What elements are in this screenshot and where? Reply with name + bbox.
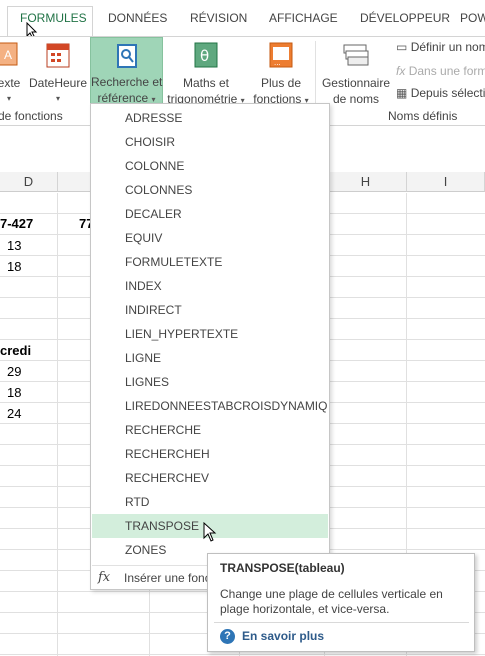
function-library-group-label: de fonctions xyxy=(0,109,63,123)
cell-d8[interactable]: 24 xyxy=(7,406,21,421)
menu-item-liredonneestabcroisdynamique[interactable]: LIREDONNEESTABCROISDYNAMIQUE xyxy=(92,394,328,418)
menu-item-colonne[interactable]: COLONNE xyxy=(92,154,328,178)
menu-item-recherche[interactable]: RECHERCHE xyxy=(92,418,328,442)
column-header-h[interactable]: H xyxy=(325,172,407,192)
menu-item-ligne[interactable]: LIGNE xyxy=(92,346,328,370)
menu-item-indirect[interactable]: INDIRECT xyxy=(92,298,328,322)
define-name-button[interactable]: ▭ Définir un nom xyxy=(396,40,485,54)
function-tooltip: TRANSPOSE(tableau) Change une plage de c… xyxy=(207,553,475,652)
lookup-functions-menu: ADRESSE CHOISIR COLONNE COLONNES DECALER… xyxy=(90,103,330,590)
column-header-i[interactable]: I xyxy=(407,172,485,192)
cell-d7[interactable]: 18 xyxy=(7,385,21,400)
tab-power[interactable]: POW xyxy=(460,11,485,25)
tab-donnees[interactable]: DONNÉES xyxy=(108,11,167,25)
svg-text:θ: θ xyxy=(200,47,209,65)
tab-revision[interactable]: RÉVISION xyxy=(190,11,247,25)
cell-d6[interactable]: 29 xyxy=(7,364,21,379)
cell-d3[interactable]: 18 xyxy=(7,259,21,274)
name-manager-button[interactable]: Gestionnaire de noms xyxy=(318,41,394,107)
svg-text:...: ... xyxy=(274,58,281,67)
svg-text:A: A xyxy=(4,48,12,62)
tab-affichage[interactable]: AFFICHAGE xyxy=(269,11,338,25)
calendar-icon xyxy=(46,43,70,68)
math-trig-button[interactable]: θ Maths et trigonométrie ▾ xyxy=(162,41,250,109)
grid-icon: ▦ xyxy=(396,86,408,100)
menu-item-decaler[interactable]: DECALER xyxy=(92,202,328,226)
tooltip-title: TRANSPOSE(tableau) xyxy=(220,561,345,575)
menu-item-adresse[interactable]: ADRESSE xyxy=(92,106,328,130)
text-function-icon: A xyxy=(0,42,18,66)
defined-names-group-label: Noms définis xyxy=(388,109,458,123)
menu-item-rtd[interactable]: RTD xyxy=(92,490,328,514)
menu-item-equiv[interactable]: EQUIV xyxy=(92,226,328,250)
menu-item-colonnes[interactable]: COLONNES xyxy=(92,178,328,202)
datetime-functions-button[interactable]: DateHeure ▾ xyxy=(28,41,88,107)
ribbon-tabs: FORMULES DONNÉES RÉVISION AFFICHAGE DÉVE… xyxy=(0,0,485,40)
cell-d5[interactable]: credi xyxy=(0,343,31,358)
help-icon: ? xyxy=(220,629,235,644)
menu-item-recherchev[interactable]: RECHERCHEV xyxy=(92,466,328,490)
column-header-d[interactable]: D xyxy=(0,172,58,192)
function-icon: fx xyxy=(396,64,406,78)
tab-developpeur[interactable]: DÉVELOPPEUR xyxy=(360,11,450,25)
tooltip-description: Change une plage de cellules verticale e… xyxy=(220,587,443,616)
lookup-book-icon xyxy=(116,44,137,68)
menu-item-formuletexte[interactable]: FORMULETEXTE xyxy=(92,250,328,274)
menu-item-rechercheh[interactable]: RECHERCHEH xyxy=(92,442,328,466)
function-fx-icon: fx xyxy=(98,570,111,585)
mouse-cursor-icon xyxy=(203,522,217,542)
chevron-down-icon: ▾ xyxy=(55,94,60,103)
lookup-reference-button[interactable]: Recherche et référence ▾ xyxy=(90,37,163,107)
menu-item-choisir[interactable]: CHOISIR xyxy=(92,130,328,154)
tooltip-divider xyxy=(214,622,469,623)
create-from-selection-button[interactable]: ▦ Depuis sélecti xyxy=(396,86,485,100)
use-in-formula-button[interactable]: fx Dans une form xyxy=(396,64,485,78)
menu-item-lien-hypertexte[interactable]: LIEN_HYPERTEXTE xyxy=(92,322,328,346)
more-functions-icon: ... xyxy=(269,42,293,68)
more-functions-button[interactable]: ... Plus de fonctions ▾ xyxy=(250,41,312,109)
learn-more-link[interactable]: En savoir plus xyxy=(242,629,324,643)
cell-d1[interactable]: 7-427 xyxy=(0,216,33,231)
cell-d2[interactable]: 13 xyxy=(7,238,21,253)
theta-icon: θ xyxy=(194,42,218,68)
tag-icon: ▭ xyxy=(396,40,408,54)
chevron-down-icon: ▾ xyxy=(6,94,11,103)
text-functions-button[interactable]: A exte ▾ xyxy=(0,41,22,107)
menu-item-lignes[interactable]: LIGNES xyxy=(92,370,328,394)
name-manager-icon xyxy=(343,44,369,66)
menu-item-index[interactable]: INDEX xyxy=(92,274,328,298)
